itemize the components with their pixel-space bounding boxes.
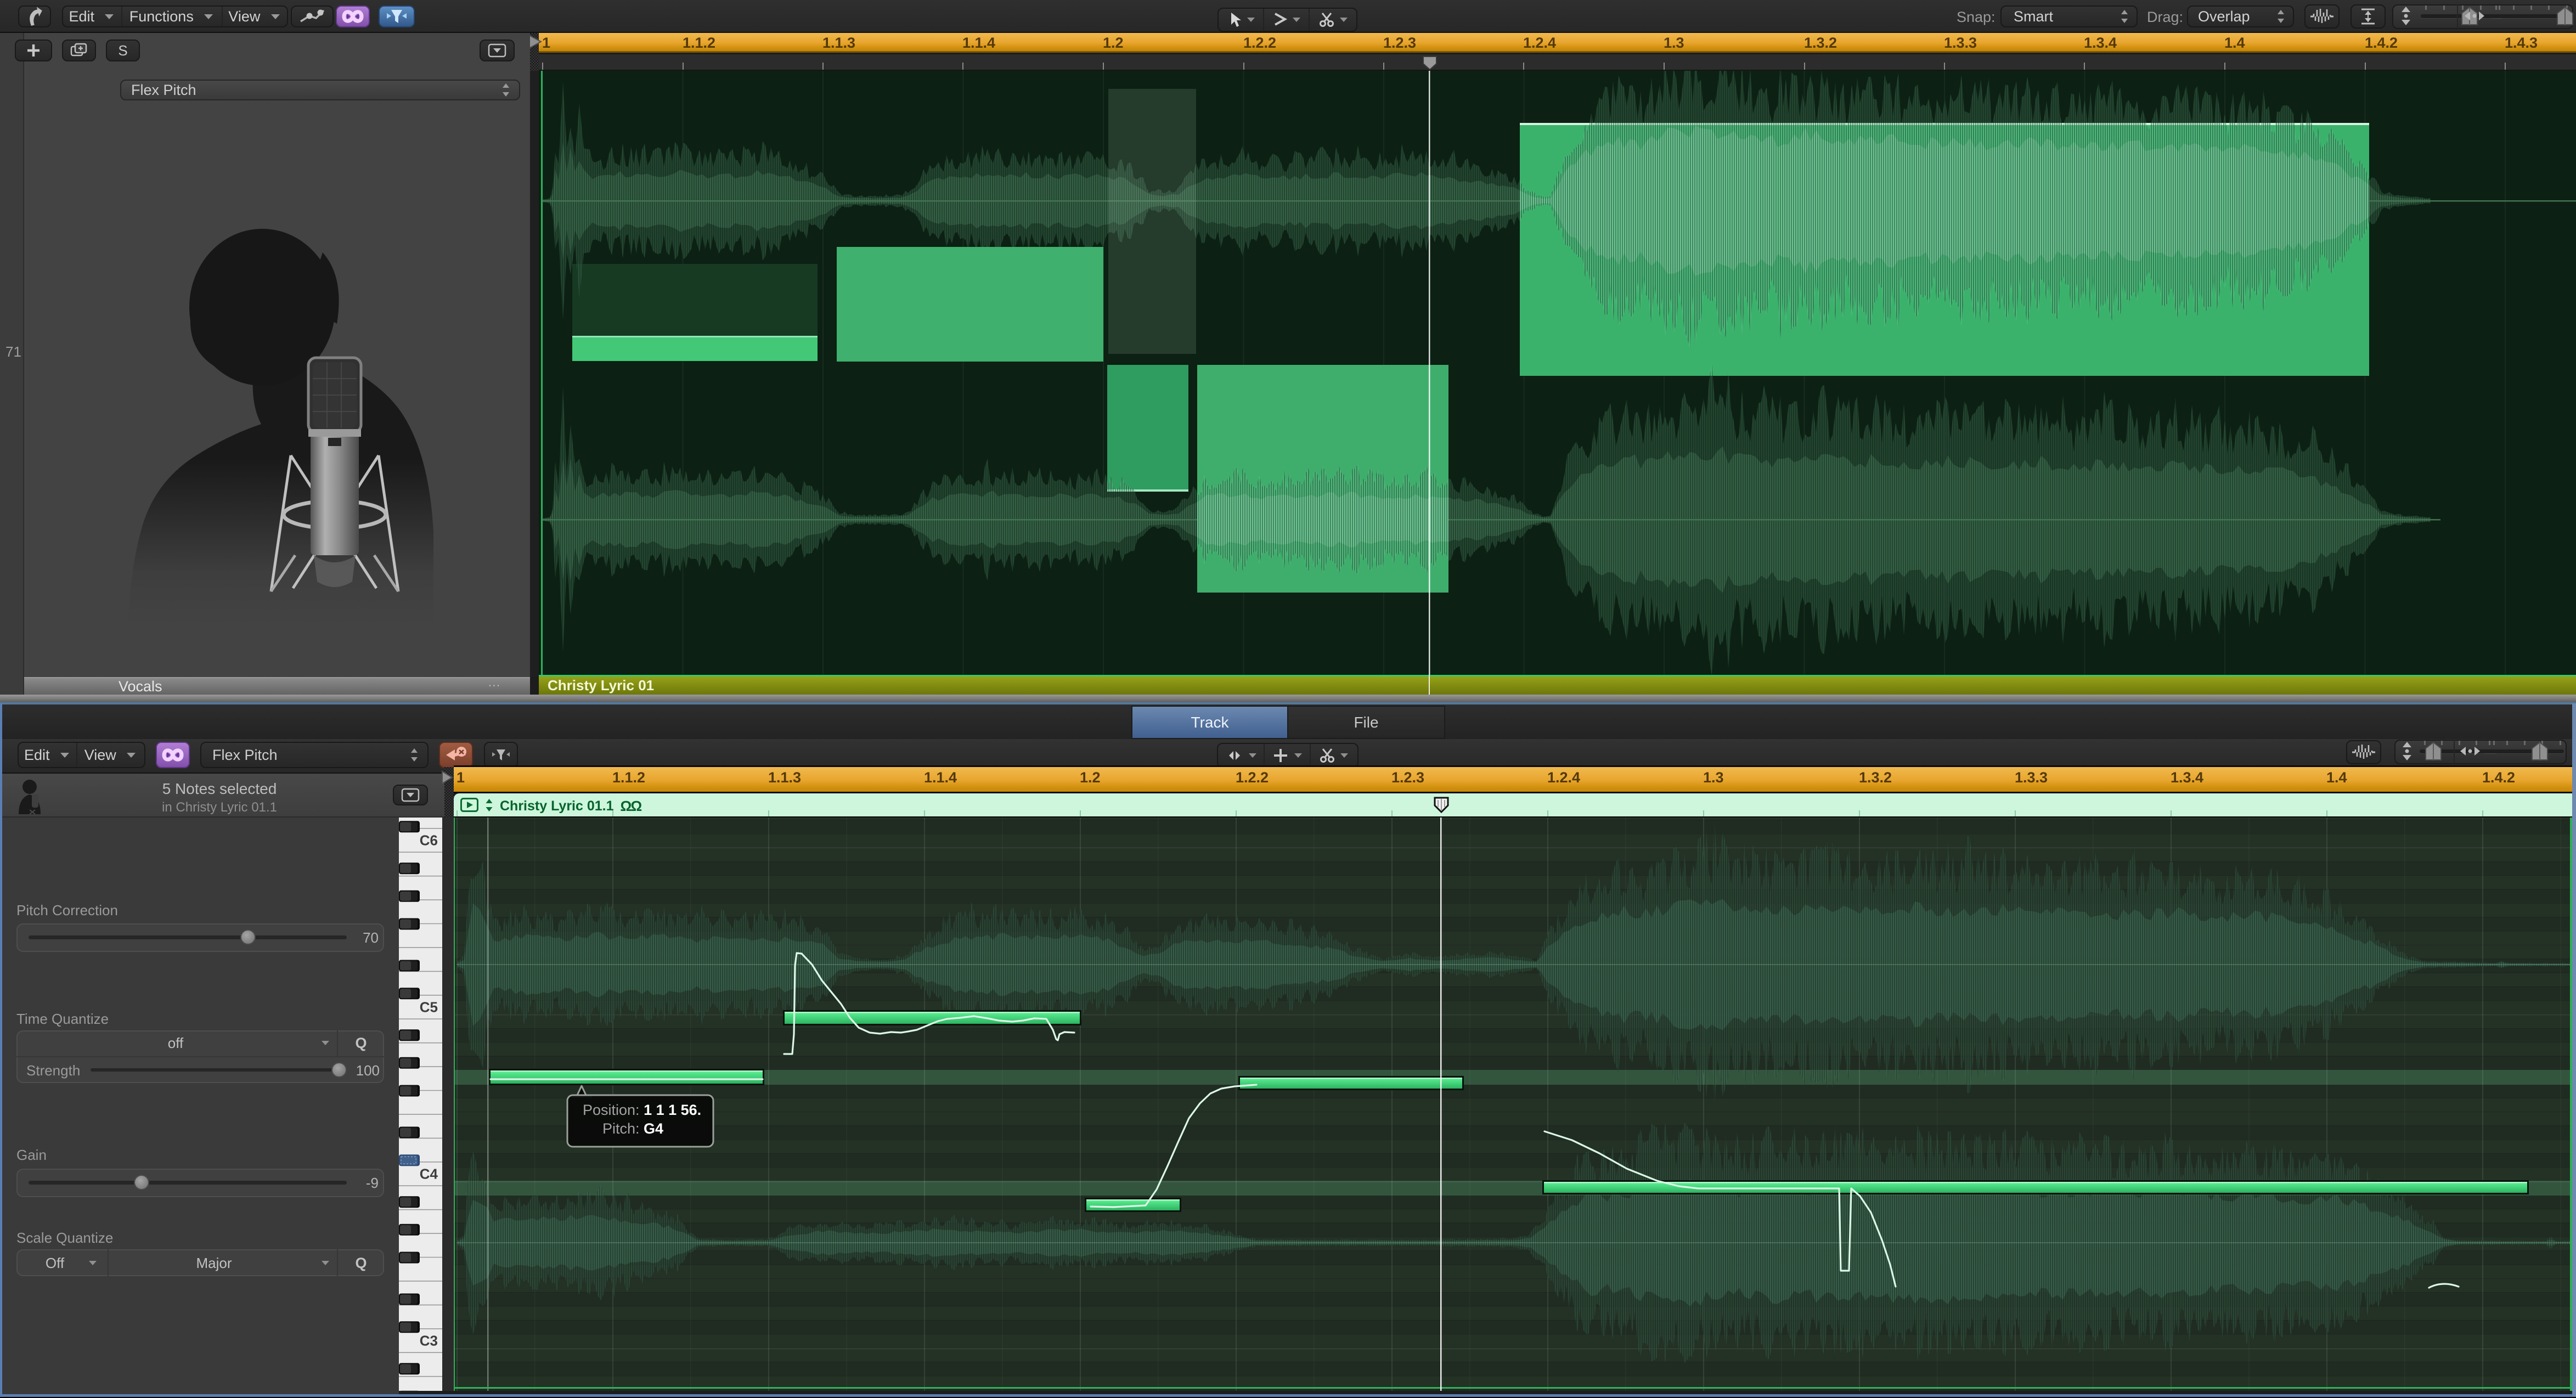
svg-text:C4: C4 xyxy=(420,1166,438,1182)
svg-text:Pitch: G4: Pitch: G4 xyxy=(602,1120,663,1137)
svg-text:C5: C5 xyxy=(420,999,438,1016)
svg-text:C6: C6 xyxy=(420,832,438,849)
svg-text:C3: C3 xyxy=(420,1333,438,1349)
svg-text:Position: 1 1 1 56.: Position: 1 1 1 56. xyxy=(583,1102,701,1118)
